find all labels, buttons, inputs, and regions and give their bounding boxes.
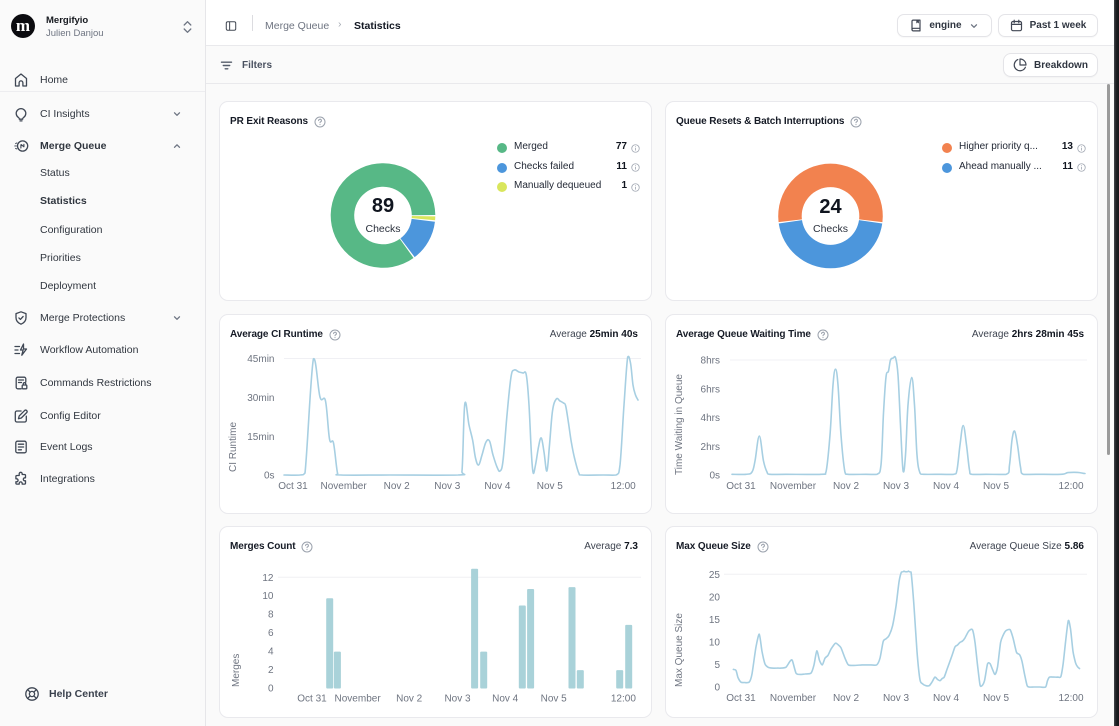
svg-text:Nov 4: Nov 4	[484, 481, 511, 492]
svg-text:15min: 15min	[247, 432, 274, 443]
svg-text:10: 10	[709, 638, 721, 649]
svg-text:15: 15	[709, 615, 721, 626]
svg-text:Nov 3: Nov 3	[434, 481, 461, 492]
svg-text:Nov 5: Nov 5	[541, 694, 568, 705]
svg-text:November: November	[770, 693, 817, 704]
svg-text:Nov 3: Nov 3	[444, 694, 471, 705]
svg-text:2hrs: 2hrs	[701, 442, 720, 453]
svg-text:0: 0	[268, 683, 274, 694]
svg-text:Nov 5: Nov 5	[537, 481, 564, 492]
svg-text:6: 6	[268, 628, 274, 639]
svg-text:Oct 31: Oct 31	[726, 481, 756, 492]
svg-text:Oct 31: Oct 31	[297, 694, 327, 705]
svg-text:Oct 31: Oct 31	[726, 693, 756, 704]
svg-text:Nov 2: Nov 2	[396, 694, 423, 705]
svg-text:12:00: 12:00	[1058, 693, 1083, 704]
svg-text:12:00: 12:00	[611, 694, 636, 705]
svg-text:4hrs: 4hrs	[701, 413, 720, 424]
svg-text:45min: 45min	[247, 354, 274, 365]
svg-text:8: 8	[268, 610, 274, 621]
svg-text:25: 25	[709, 570, 721, 581]
svg-text:20: 20	[709, 592, 721, 603]
svg-text:8hrs: 8hrs	[701, 356, 720, 367]
svg-text:November: November	[321, 481, 368, 492]
svg-text:Max Queue Size: Max Queue Size	[674, 613, 685, 687]
svg-text:Nov 5: Nov 5	[983, 693, 1010, 704]
svg-text:November: November	[770, 481, 817, 492]
svg-text:Nov 4: Nov 4	[933, 481, 960, 492]
svg-text:Nov 2: Nov 2	[833, 693, 860, 704]
svg-text:10: 10	[262, 591, 274, 602]
svg-text:Oct 31: Oct 31	[278, 481, 308, 492]
svg-text:0s: 0s	[709, 471, 720, 482]
svg-text:Time Waiting in Queue: Time Waiting in Queue	[674, 374, 685, 475]
svg-text:Nov 4: Nov 4	[492, 694, 519, 705]
svg-text:CI Runtime: CI Runtime	[228, 422, 239, 472]
svg-text:Nov 4: Nov 4	[933, 693, 960, 704]
svg-text:12:00: 12:00	[1058, 481, 1083, 492]
svg-text:Nov 3: Nov 3	[883, 693, 910, 704]
svg-text:6hrs: 6hrs	[701, 384, 720, 395]
svg-text:Nov 5: Nov 5	[983, 481, 1010, 492]
svg-text:Nov 2: Nov 2	[833, 481, 860, 492]
svg-text:Merges: Merges	[231, 654, 242, 687]
svg-text:12: 12	[262, 573, 274, 584]
svg-text:5: 5	[714, 660, 720, 671]
svg-text:2: 2	[268, 665, 274, 676]
svg-text:Nov 2: Nov 2	[384, 481, 411, 492]
svg-text:0: 0	[714, 683, 720, 694]
svg-text:12:00: 12:00	[611, 481, 636, 492]
svg-text:Nov 3: Nov 3	[883, 481, 910, 492]
svg-text:4: 4	[268, 647, 274, 658]
svg-text:0s: 0s	[264, 471, 275, 482]
svg-text:November: November	[335, 694, 382, 705]
svg-text:30min: 30min	[247, 393, 274, 404]
